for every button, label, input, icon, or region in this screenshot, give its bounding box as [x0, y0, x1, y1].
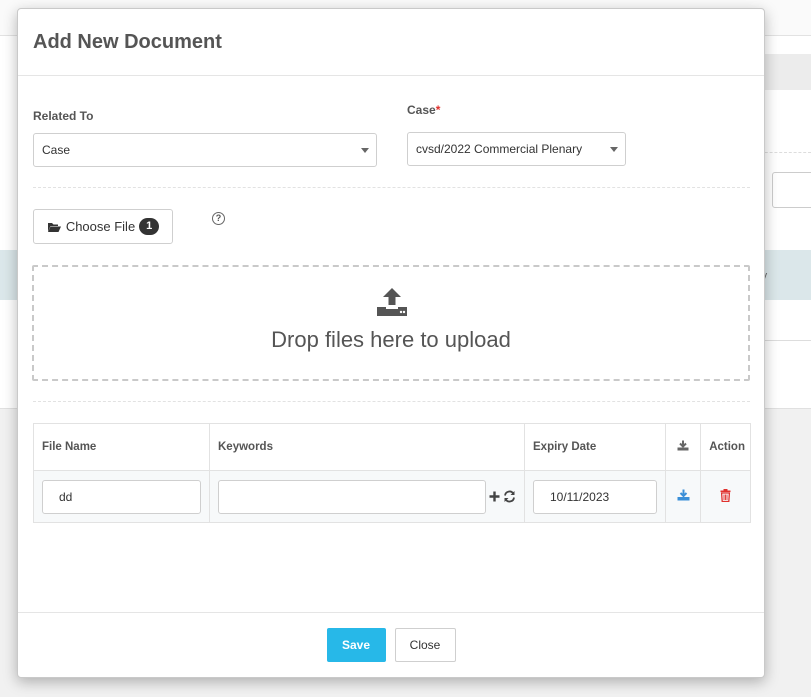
- modal-title: Add New Document: [33, 31, 222, 53]
- case-label-text: Case: [407, 103, 436, 117]
- background-header-bar: [760, 54, 811, 90]
- upload-icon: [377, 288, 407, 316]
- choose-file-button[interactable]: Choose File 1: [33, 209, 173, 244]
- close-button[interactable]: Close: [394, 628, 456, 662]
- file-count-badge: 1: [139, 218, 160, 235]
- chevron-down-icon: [610, 147, 618, 152]
- modal-header: Add New Document: [18, 9, 764, 76]
- case-label: Case*: [407, 103, 440, 117]
- file-dropzone[interactable]: Drop files here to upload: [32, 265, 750, 381]
- required-mark: *: [435, 103, 441, 117]
- column-header-file-name: File Name: [33, 423, 210, 471]
- modal-footer: Save Close: [18, 612, 764, 677]
- expiry-date-input[interactable]: 10/11/2023: [533, 479, 657, 514]
- download-icon[interactable]: [677, 489, 690, 501]
- keywords-input[interactable]: [218, 479, 486, 514]
- column-header-keywords: Keywords: [209, 423, 525, 471]
- folder-open-icon: [47, 222, 61, 232]
- background-divider: [760, 340, 811, 341]
- case-select[interactable]: cvsd/2022 Commercial Plenary: [407, 132, 626, 166]
- dropzone-text: Drop files here to upload: [271, 327, 511, 352]
- case-value: cvsd/2022 Commercial Plenary: [416, 142, 583, 156]
- column-header-expiry-date: Expiry Date: [524, 423, 666, 471]
- action-cell: [700, 470, 751, 523]
- column-header-download: [664, 423, 702, 471]
- save-button[interactable]: Save: [326, 628, 386, 662]
- chevron-down-icon: [361, 148, 369, 153]
- refresh-icon[interactable]: [503, 490, 516, 503]
- download-cell: [664, 470, 702, 523]
- table-row: dd 10/11/2023: [33, 470, 751, 523]
- background-input: [772, 172, 811, 208]
- related-to-value: Case: [42, 143, 71, 157]
- choose-file-label: Choose File: [65, 219, 136, 234]
- download-icon: [677, 440, 689, 451]
- file-name-cell: dd: [33, 470, 210, 523]
- related-to-select[interactable]: Case: [33, 133, 377, 167]
- expiry-date-cell: 10/11/2023: [524, 470, 666, 523]
- trash-icon[interactable]: [720, 488, 731, 502]
- add-document-modal: Add New Document Related To Case Case* c…: [17, 8, 765, 678]
- plus-icon[interactable]: [489, 491, 500, 502]
- files-table: File Name Keywords Expiry Date Action dd: [33, 423, 751, 523]
- background-divider: [760, 152, 811, 153]
- related-to-label: Related To: [33, 109, 94, 123]
- question-circle-icon[interactable]: ?: [212, 212, 225, 225]
- column-header-action: Action: [700, 423, 751, 471]
- section-divider: [33, 187, 750, 188]
- table-header-row: File Name Keywords Expiry Date Action: [33, 423, 751, 471]
- file-name-input[interactable]: dd: [42, 479, 201, 514]
- section-divider: [33, 401, 750, 402]
- keywords-cell: [209, 470, 525, 523]
